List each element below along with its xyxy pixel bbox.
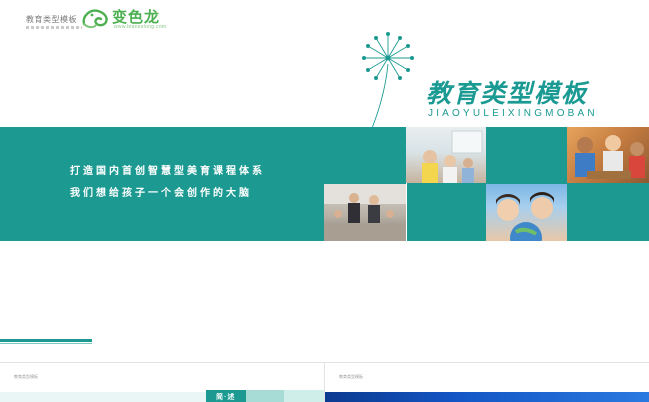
kids-playing-photo <box>567 127 649 183</box>
left-logo-underline <box>26 26 82 29</box>
classroom-photo <box>406 127 486 183</box>
banner-text-line2: 我们想给孩子一个会创作的大脑 <box>70 188 252 199</box>
page-subtitle: JIAOYULEIXINGMOBAN <box>428 108 598 119</box>
thumbnail-1-block-text: 简·述 <box>216 394 236 401</box>
dandelion-icon <box>362 32 414 139</box>
banner-text-line1: 打造国内首创智慧型美育课程体系 <box>70 166 265 177</box>
teal-tile <box>486 127 567 183</box>
chameleon-logo-icon <box>82 9 108 29</box>
page-title: 教育类型模板 <box>426 80 589 108</box>
girls-globe-photo <box>486 184 567 241</box>
tile-separator <box>406 183 407 241</box>
left-logo-text: 教育类型模板 <box>26 15 77 24</box>
thumbnail-2-label: 教育类型模板 <box>339 374 363 379</box>
bottom-accent-bar <box>0 339 92 342</box>
thumbnail-2-strip[interactable] <box>325 392 649 402</box>
thumbnail-1-block-pale <box>284 390 324 402</box>
thumbnail-1-block-light <box>246 390 284 402</box>
brand-url: www.bianselong.com <box>114 24 167 30</box>
bottom-accent-line <box>0 343 92 344</box>
teacher-class-photo <box>324 184 406 241</box>
thumbnail-1-label: 教育类型模板 <box>14 374 38 379</box>
